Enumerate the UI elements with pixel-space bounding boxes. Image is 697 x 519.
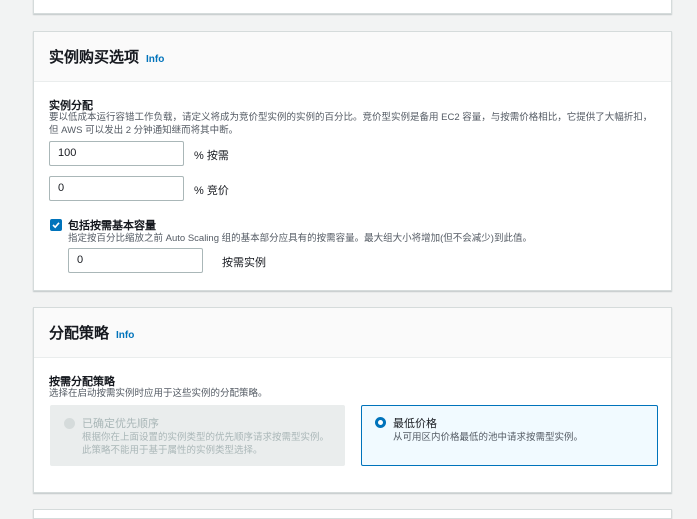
allocation-strategy-panel: 分配策略 Info 按需分配策略 选择在启动按需实例时应用于这些实例的分配策略。…: [33, 307, 672, 493]
base-capacity-suffix: 按需实例: [222, 257, 266, 269]
include-base-capacity-desc: 指定按百分比缩放之前 Auto Scaling 组的基本部分应具有的按需容量。最…: [68, 233, 532, 244]
lowest-price-option-tile[interactable]: 最低价格 从可用区内价格最低的池中请求按需型实例。: [361, 405, 658, 466]
panel-title: 分配策略: [49, 325, 110, 342]
instance-distribution-desc-line1: 要以低成本运行容错工作负载，请定义将成为竞价型实例的实例的百分比。竞价型实例是备…: [49, 112, 653, 123]
lowest-price-option-desc: 从可用区内价格最低的池中请求按需型实例。: [393, 431, 583, 444]
lowest-price-radio[interactable]: [375, 417, 386, 428]
prioritized-option-title: 已确定优先顺序: [82, 418, 159, 430]
base-capacity-input[interactable]: 0: [68, 248, 203, 273]
spot-percent-input[interactable]: 0: [49, 176, 184, 201]
panel-header: 实例购买选项 Info: [34, 32, 671, 82]
lowest-price-option-desc-line1: 从可用区内价格最低的池中请求按需型实例。: [393, 432, 584, 443]
next-panel: [33, 509, 672, 519]
lowest-price-option-title: 最低价格: [393, 418, 437, 430]
previous-panel: [33, 0, 672, 14]
instance-purchase-options-panel: 实例购买选项 Info 实例分配 要以低成本运行容错工作负载，请定义将成为竞价型…: [33, 31, 672, 291]
on-demand-strategy-desc: 选择在启动按需实例时应用于这些实例的分配策略。: [49, 388, 268, 399]
prioritized-radio: [64, 418, 75, 429]
on-demand-percent-input[interactable]: 100: [49, 141, 184, 166]
prioritized-option-desc-line1: 根据你在上面设置的实例类型的优先顺序请求按需型实例。: [82, 432, 330, 443]
prioritized-option-desc-line2: 此策略不能用于基于属性的实例类型选择。: [82, 445, 263, 456]
prioritized-option-tile: 已确定优先顺序 根据你在上面设置的实例类型的优先顺序请求按需型实例。 此策略不能…: [50, 405, 345, 466]
info-link[interactable]: Info: [116, 330, 134, 341]
info-link[interactable]: Info: [146, 54, 164, 65]
prioritized-option-desc: 根据你在上面设置的实例类型的优先顺序请求按需型实例。 此策略不能用于基于属性的实…: [82, 431, 329, 457]
instance-distribution-desc-line2: 但 AWS 可以发出 2 分钟通知继而将其中断。: [49, 125, 239, 136]
spot-percent-suffix: % 竞价: [194, 185, 229, 197]
include-base-capacity-label[interactable]: 包括按需基本容量: [68, 217, 156, 233]
on-demand-percent-suffix: % 按需: [194, 150, 229, 162]
checkmark-icon: [52, 222, 60, 229]
include-base-capacity-checkbox[interactable]: [50, 219, 62, 231]
panel-header: 分配策略 Info: [34, 308, 671, 358]
panel-title: 实例购买选项: [49, 49, 140, 66]
